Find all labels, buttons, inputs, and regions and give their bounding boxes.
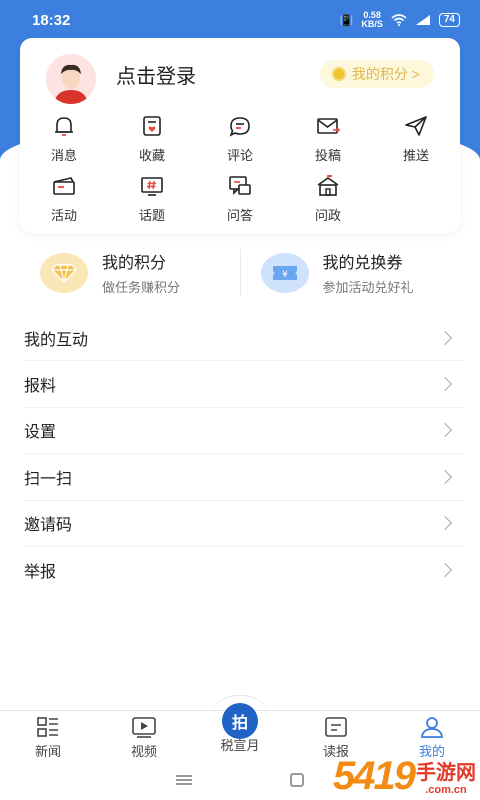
- send-icon: [405, 116, 427, 136]
- grid-label: 问政: [314, 208, 341, 223]
- settings-menu: 我的互动 报料 设置 扫一扫 邀请码 举报: [24, 315, 464, 593]
- my-points-card[interactable]: 我的积分 做任务赚积分: [20, 245, 240, 300]
- tab-label: 视频: [130, 744, 157, 759]
- user-icon: [420, 717, 444, 738]
- comment-icon: [229, 117, 250, 137]
- coupons-subtitle: 参加活动兑好礼: [322, 280, 414, 295]
- news-icon: [37, 717, 58, 737]
- tab-video[interactable]: 视频: [96, 711, 192, 760]
- status-icons: 📳 0.58 KB/S 74: [340, 11, 460, 29]
- summary-bar: 我的积分 做任务赚积分 ¥ 我的兑换券 参加活动兑好礼: [20, 245, 460, 300]
- avatar-illustration-icon: [46, 54, 96, 104]
- grid-label: 消息: [50, 148, 77, 163]
- ticket-icon: [53, 177, 75, 195]
- watermark-name: 手游网: [416, 762, 476, 784]
- login-link[interactable]: 点击登录: [116, 60, 196, 89]
- network-speed: 0.58 KB/S: [361, 11, 383, 29]
- grid-label: 评论: [226, 148, 253, 163]
- menu-label: 举报: [24, 564, 57, 582]
- battery-indicator: 74: [438, 13, 460, 27]
- vibrate-icon: 📳: [339, 14, 354, 27]
- grid-item-activities[interactable]: 活动: [20, 173, 108, 233]
- menu-label: 报料: [24, 378, 57, 396]
- grid-item-favorites[interactable]: 收藏: [108, 113, 196, 173]
- points-pill-label: 我的积分 >: [351, 66, 420, 82]
- grid-item-submissions[interactable]: 投稿: [284, 113, 372, 173]
- tab-news[interactable]: 新闻: [0, 711, 96, 760]
- menu-item-scan[interactable]: 扫一扫: [24, 454, 464, 501]
- grid-item-messages[interactable]: 消息: [20, 113, 108, 173]
- menu-label: 设置: [24, 424, 57, 442]
- grid-item-push[interactable]: 推送: [372, 113, 460, 173]
- bell-icon: [55, 117, 73, 136]
- coupon-icon: ¥: [260, 252, 309, 293]
- points-title: 我的积分: [102, 255, 167, 272]
- mail-icon: [317, 118, 341, 134]
- profile-card: 点击登录 我的积分 > 消息 收藏 评论 投稿 推送 活动 话题 问答 问政: [20, 38, 460, 233]
- site-watermark: 5419 手游网 .com.cn: [333, 756, 476, 796]
- svg-text:¥: ¥: [282, 270, 288, 280]
- menu-label: 我的互动: [24, 331, 89, 349]
- grid-item-topics[interactable]: 话题: [108, 173, 196, 233]
- speed-unit: KB/S: [361, 19, 383, 29]
- menu-label: 扫一扫: [24, 470, 73, 488]
- diamond-icon: [40, 252, 88, 293]
- tab-label: 新闻: [34, 744, 61, 759]
- feature-grid: 消息 收藏 评论 投稿 推送 活动 话题 问答 问政: [20, 113, 460, 233]
- wifi-icon: [391, 14, 407, 26]
- qa-icon: [229, 176, 251, 195]
- chevron-right-icon: [437, 563, 453, 578]
- favorite-icon: [143, 116, 161, 136]
- government-icon: [317, 175, 339, 196]
- status-time: 18:32: [32, 11, 71, 29]
- menu-item-settings[interactable]: 设置: [24, 408, 464, 455]
- chevron-right-icon: [437, 469, 453, 484]
- points-subtitle: 做任务赚积分: [102, 280, 181, 295]
- watermark-url: .com.cn: [425, 784, 467, 796]
- tax-month-label[interactable]: 税宣月: [200, 735, 280, 754]
- grid-label: 问答: [226, 208, 253, 223]
- signal-icon: [415, 15, 430, 25]
- chevron-right-icon: [437, 377, 453, 392]
- chevron-right-icon: [437, 330, 453, 345]
- tab-mine[interactable]: 我的: [384, 711, 480, 760]
- grid-item-government[interactable]: 问政: [284, 173, 372, 233]
- grid-label: 收藏: [138, 148, 165, 163]
- video-icon: [132, 717, 156, 738]
- menu-item-my-interactions[interactable]: 我的互动: [24, 315, 464, 362]
- newspaper-icon: [325, 717, 347, 737]
- shoot-button[interactable]: 拍: [222, 703, 258, 739]
- coin-icon: [331, 67, 346, 81]
- grid-label: 推送: [402, 148, 429, 163]
- grid-label: 投稿: [314, 148, 341, 163]
- chevron-right-icon: [437, 516, 453, 531]
- watermark-text: 手游网 .com.cn: [416, 762, 476, 796]
- my-coupons-card[interactable]: ¥ 我的兑换券 参加活动兑好礼: [241, 245, 461, 300]
- grid-label: 话题: [138, 208, 165, 223]
- home-icon[interactable]: [290, 773, 304, 787]
- my-points-pill[interactable]: 我的积分 >: [319, 60, 434, 88]
- chevron-right-icon: [437, 423, 453, 438]
- menu-item-report-news[interactable]: 报料: [24, 361, 464, 408]
- menu-label: 邀请码: [24, 517, 73, 535]
- status-bar: 18:32 📳 0.58 KB/S 74: [0, 0, 480, 40]
- avatar[interactable]: [46, 54, 96, 104]
- tab-newspaper[interactable]: 读报: [288, 711, 384, 760]
- watermark-number: 5419: [333, 754, 416, 798]
- menu-item-invite-code[interactable]: 邀请码: [24, 501, 464, 547]
- grid-label: 活动: [50, 208, 77, 223]
- menu-icon[interactable]: [176, 775, 192, 785]
- grid-item-qa[interactable]: 问答: [196, 173, 284, 233]
- menu-item-report[interactable]: 举报: [24, 547, 464, 593]
- grid-item-comments[interactable]: 评论: [196, 113, 284, 173]
- coupons-title: 我的兑换券: [322, 255, 403, 272]
- topic-icon: [141, 177, 163, 196]
